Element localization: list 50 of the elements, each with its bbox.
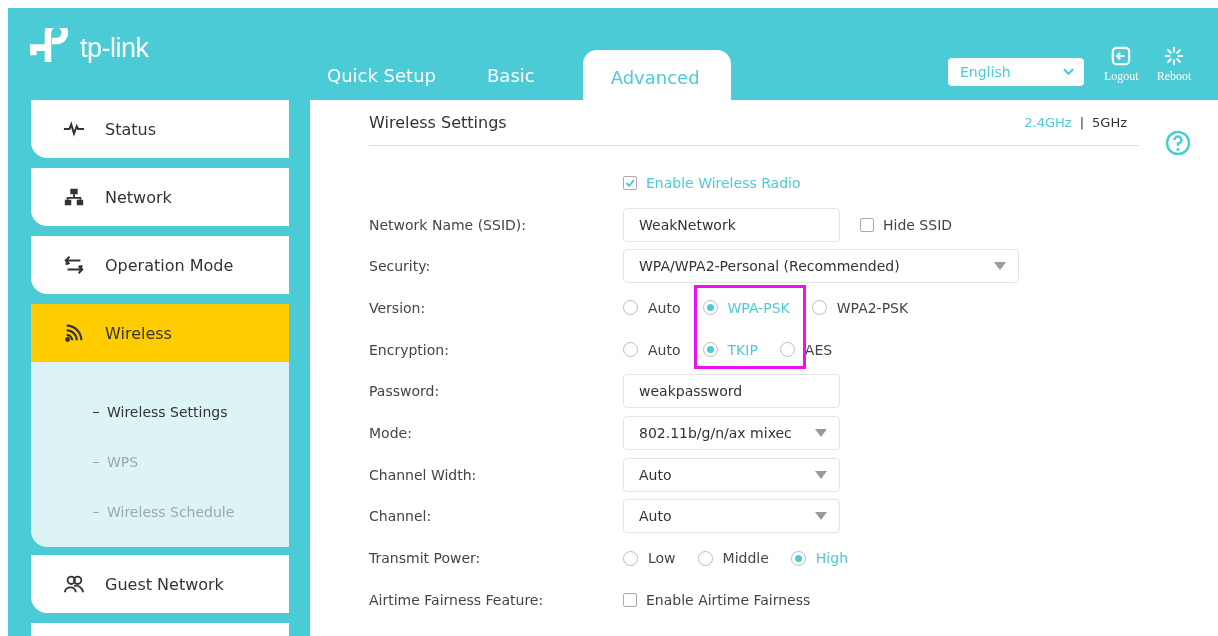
dropdown-arrow-icon: [815, 470, 827, 479]
sidebar-item[interactable]: Guest Network: [31, 555, 289, 613]
field-label: Channel Width:: [369, 466, 477, 483]
band-link[interactable]: 5GHz: [1092, 115, 1127, 130]
dropdown[interactable]: 802.11b/g/n/ax mixec: [623, 415, 840, 450]
field-label: Transmit Power:: [369, 550, 481, 567]
radio-option[interactable]: WPA2-PSK: [811, 299, 909, 316]
input-field[interactable]: WeakNetwork: [623, 207, 840, 242]
input-field[interactable]: weakpassword: [623, 374, 840, 409]
dropdown[interactable]: Auto: [623, 499, 840, 534]
field-label: Encryption:: [369, 341, 449, 358]
sidebar-item[interactable]: Network: [31, 168, 289, 226]
radio-option[interactable]: Low: [623, 550, 676, 567]
sidebar-item[interactable]: Status: [31, 100, 289, 158]
chevron-icon: [1063, 68, 1074, 76]
checkbox[interactable]: [623, 175, 637, 190]
radio-option[interactable]: Middle: [697, 550, 769, 567]
field-label: Security:: [369, 258, 431, 275]
radio-option[interactable]: Auto: [623, 299, 681, 316]
field-label: Password:: [369, 383, 440, 400]
checkbox-label: Enable Wireless Radio: [646, 174, 801, 191]
dropdown-arrow-icon: [815, 428, 827, 437]
swap-arrows-icon: [63, 254, 85, 276]
field-label: Network Name (SSID):: [369, 216, 526, 233]
submenu-item[interactable]: Wireless Settings: [31, 387, 289, 437]
section-title: Wireless Settings: [369, 113, 507, 132]
people-icon: [63, 573, 85, 595]
checkbox[interactable]: [623, 592, 637, 607]
checkbox[interactable]: [860, 217, 874, 232]
radio-option[interactable]: Auto: [623, 341, 681, 358]
help-icon[interactable]: [1165, 130, 1191, 156]
field-label: Mode:: [369, 424, 412, 441]
band-separator: |: [1079, 115, 1085, 130]
reboot-icon: [1164, 46, 1184, 66]
sidebar-item[interactable]: Operation Mode: [31, 236, 289, 294]
network-icon: [63, 186, 85, 208]
dropdown-arrow-icon: [815, 512, 827, 521]
field-label: Version:: [369, 299, 426, 316]
sidebar-item[interactable]: Wireless: [31, 304, 289, 362]
dropdown[interactable]: WPA/WPA2-Personal (Recommended): [623, 249, 1019, 284]
wifi-icon: [63, 322, 85, 344]
field-label: Channel:: [369, 508, 432, 525]
radio-option[interactable]: AES: [779, 341, 833, 358]
checkbox-label: Hide SSID: [883, 216, 953, 233]
checkbox-label: Enable Airtime Fairness: [646, 591, 811, 608]
dropdown-arrow-icon: [994, 262, 1006, 271]
dropdown[interactable]: Auto: [623, 457, 840, 492]
field-label: Airtime Fairness Feature:: [369, 591, 544, 608]
logo-text: tp-link: [80, 32, 149, 64]
logout-icon: [1111, 46, 1132, 66]
